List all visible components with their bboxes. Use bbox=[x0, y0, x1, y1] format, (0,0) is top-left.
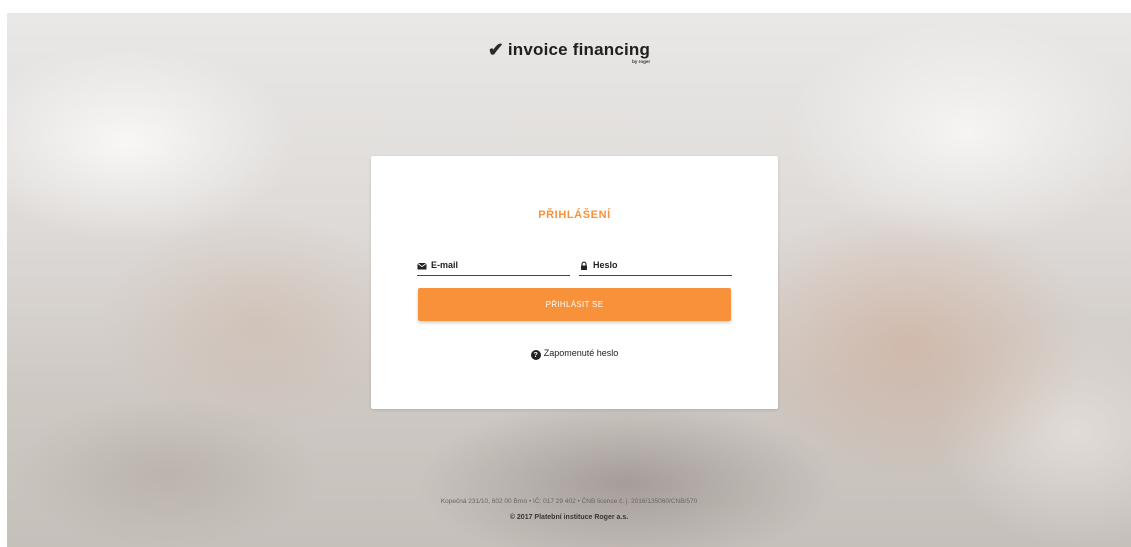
login-title: PŘIHLÁŠENÍ bbox=[538, 209, 611, 221]
logo-subtitle: by roger bbox=[632, 59, 651, 64]
login-button[interactable]: PŘIHLÁSIT SE bbox=[418, 288, 731, 321]
footer-address: Kopečná 231/10, 602 00 Brno • IČ: 017 29… bbox=[440, 498, 698, 505]
password-input[interactable] bbox=[579, 259, 732, 275]
login-card: PŘIHLÁŠENÍ E-mail Heslo PŘIHLÁSIT SE ? Za… bbox=[371, 156, 778, 409]
background-frame: ✔ invoice financing by roger PŘIHLÁŠENÍ E… bbox=[7, 13, 1131, 547]
logo-mark: ✔ invoice financing by roger bbox=[487, 39, 651, 64]
footer-copyright: © 2017 Platební instituce Roger a.s. bbox=[509, 514, 629, 521]
question-circle-icon: ? bbox=[530, 350, 541, 360]
logo: ✔ invoice financing by roger bbox=[7, 39, 1131, 64]
email-input[interactable] bbox=[417, 259, 570, 275]
logo-title: invoice financing bbox=[507, 40, 651, 59]
forgot-password: ? Zapomenuté heslo bbox=[371, 348, 778, 360]
email-field[interactable]: E-mail bbox=[417, 259, 570, 276]
forgot-password-link[interactable]: Zapomenuté heslo bbox=[544, 348, 619, 358]
check-icon: ✔ bbox=[487, 40, 504, 61]
password-field[interactable]: Heslo bbox=[579, 259, 732, 276]
